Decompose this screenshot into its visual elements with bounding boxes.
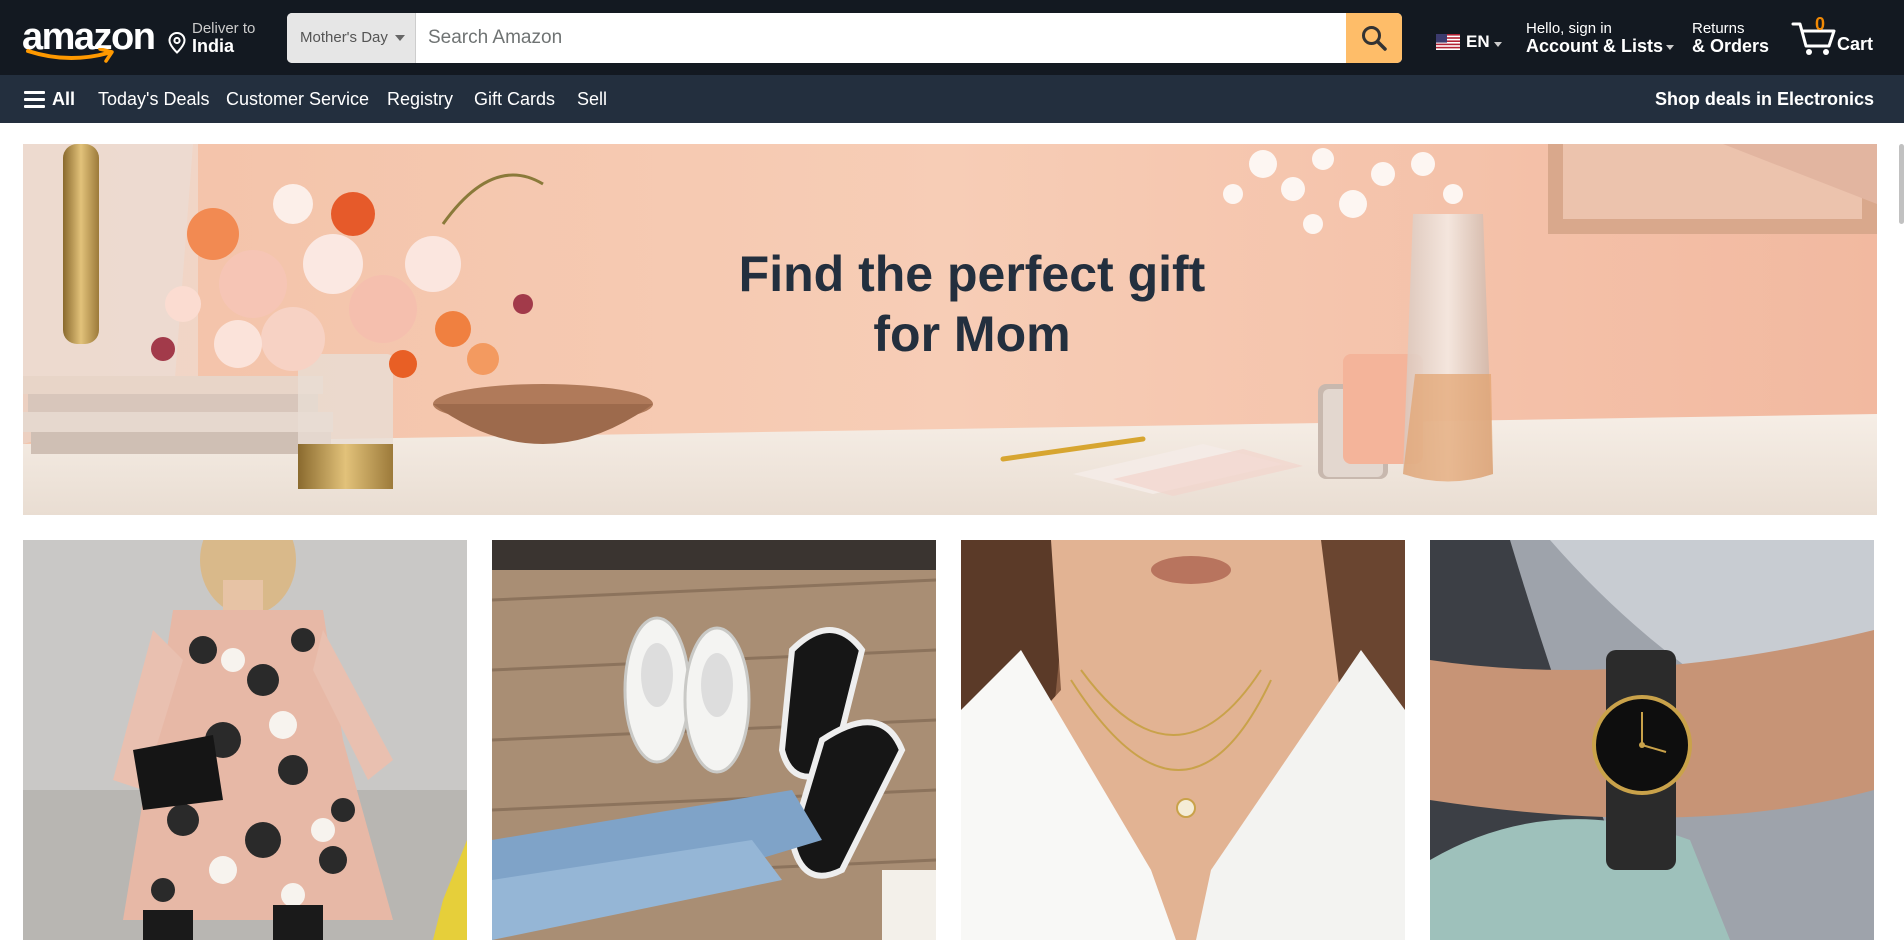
orders-label: & Orders bbox=[1692, 36, 1770, 56]
all-menu-button[interactable]: All bbox=[24, 87, 84, 111]
returns-label: Returns bbox=[1692, 20, 1745, 37]
chevron-down-icon bbox=[1666, 45, 1674, 50]
nav-link-customer-service[interactable]: Customer Service bbox=[226, 89, 369, 110]
nav-link-gift-cards[interactable]: Gift Cards bbox=[474, 89, 555, 110]
account-greeting: Hello, sign in bbox=[1526, 20, 1612, 37]
cart-button[interactable]: 0 Cart bbox=[1788, 12, 1878, 62]
hero-title-line1: Find the perfect gift bbox=[738, 246, 1206, 302]
account-and-lists[interactable]: Hello, sign in Account & Lists bbox=[1526, 18, 1674, 58]
account-label: Account & Lists bbox=[1526, 36, 1664, 56]
search-bar: Mother's Day bbox=[287, 13, 1402, 63]
search-category-dropdown[interactable]: Mother's Day bbox=[287, 13, 416, 63]
gold-necklace-image bbox=[961, 540, 1405, 940]
smile-arrow-icon bbox=[26, 48, 114, 63]
deliver-to-location[interactable]: Deliver to India bbox=[166, 18, 268, 58]
product-card-necklace[interactable] bbox=[961, 540, 1405, 940]
hamburger-icon bbox=[24, 91, 45, 108]
product-card-shoes[interactable] bbox=[492, 540, 936, 940]
all-menu-label: All bbox=[52, 89, 76, 109]
search-button[interactable] bbox=[1346, 13, 1402, 63]
deliver-label: Deliver to bbox=[192, 20, 256, 37]
language-selector[interactable]: EN bbox=[1436, 30, 1506, 54]
page-scrollbar[interactable] bbox=[1899, 144, 1904, 224]
chevron-down-icon bbox=[395, 35, 405, 41]
search-category-label: Mother's Day bbox=[300, 29, 388, 46]
chevron-down-icon bbox=[1494, 42, 1502, 47]
search-icon bbox=[1362, 26, 1387, 51]
language-code: EN bbox=[1466, 32, 1490, 51]
nav-link-todays-deals[interactable]: Today's Deals bbox=[98, 89, 210, 110]
top-navbar: amazon Deliver to India Mother's Day Sea… bbox=[0, 0, 1904, 75]
black-watch-image bbox=[1430, 540, 1874, 940]
nav-link-registry[interactable]: Registry bbox=[387, 89, 453, 110]
deliver-country: India bbox=[192, 36, 235, 56]
nav-link-sell[interactable]: Sell bbox=[577, 89, 607, 110]
search-input[interactable] bbox=[416, 13, 1333, 63]
hero-banner[interactable]: Find the perfect gift for Mom bbox=[23, 144, 1877, 515]
hero-title-line2: for Mom bbox=[873, 306, 1071, 362]
cart-icon bbox=[1791, 22, 1836, 55]
cart-label: Cart bbox=[1837, 34, 1874, 54]
returns-and-orders[interactable]: Returns & Orders bbox=[1692, 18, 1772, 58]
sub-navbar: All Today's Deals Customer Service Regis… bbox=[0, 75, 1904, 123]
product-card-watch[interactable] bbox=[1430, 540, 1874, 940]
us-flag-icon bbox=[1436, 34, 1460, 50]
electronics-deals-link[interactable]: Shop deals in Electronics bbox=[1655, 89, 1874, 110]
cart-count: 0 bbox=[1815, 14, 1826, 34]
product-card-dress[interactable] bbox=[23, 540, 467, 940]
slip-on-shoes-image bbox=[492, 540, 936, 940]
floral-dress-image bbox=[23, 540, 467, 940]
amazon-logo[interactable]: amazon bbox=[20, 14, 156, 63]
location-pin-icon bbox=[168, 32, 186, 54]
